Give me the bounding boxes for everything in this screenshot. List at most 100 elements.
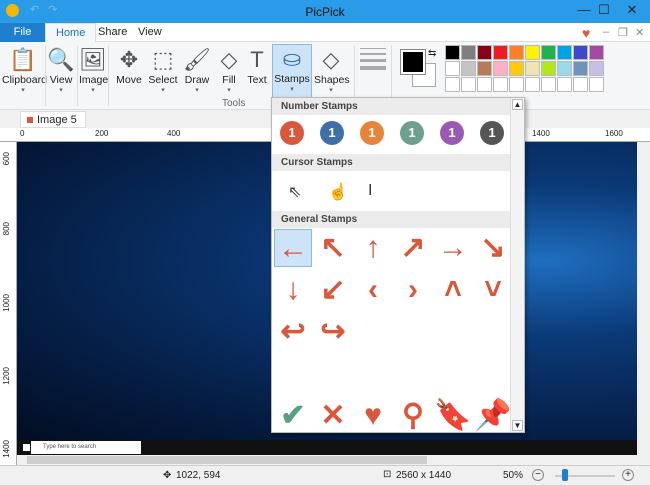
color-swatch[interactable] <box>445 45 460 60</box>
color-swatch[interactable] <box>525 45 540 60</box>
stamps-dropdown: Number Stamps 111111 Cursor Stamps ⇖ ☝ I G… <box>271 97 525 433</box>
general-stamp-icon[interactable]: ↖ <box>314 229 352 267</box>
tool-fill[interactable]: ◇ Fill ▾ <box>215 46 243 102</box>
color-swatch[interactable] <box>509 61 524 76</box>
general-stamp-icon[interactable]: ! <box>354 355 392 393</box>
color-swatch[interactable] <box>493 77 508 92</box>
color-swatch[interactable] <box>589 45 604 60</box>
general-stamp-icon[interactable]: ⚲ <box>394 397 432 435</box>
number-stamp[interactable]: 1 <box>280 121 304 145</box>
general-stamp-icon[interactable]: ↙ <box>314 271 352 309</box>
color-swatch[interactable] <box>477 61 492 76</box>
color-swatch[interactable] <box>541 77 556 92</box>
general-stamp-icon[interactable]: ⓘ <box>274 355 312 393</box>
horizontal-scrollbar[interactable] <box>17 455 650 465</box>
doc-restore-button[interactable]: ❐ <box>618 26 628 39</box>
tab-file[interactable]: File <box>0 23 45 42</box>
scroll-down-button[interactable]: ▼ <box>512 420 523 431</box>
tool-draw[interactable]: 🖌 Draw ▾ <box>181 46 213 102</box>
zoom-in-button[interactable]: + <box>622 469 634 481</box>
color-swatch[interactable] <box>573 45 588 60</box>
swap-colors-icon[interactable]: ⇆ <box>428 48 436 59</box>
doc-close-button[interactable]: ✕ <box>635 26 644 39</box>
cursor-stamp-0[interactable]: ⇖ <box>288 182 301 202</box>
color-swatch[interactable] <box>509 45 524 60</box>
color-swatch[interactable] <box>589 61 604 76</box>
color-swatch[interactable] <box>477 77 492 92</box>
scroll-thumb[interactable] <box>27 456 427 464</box>
general-stamp-icon[interactable]: ‹ <box>354 271 392 309</box>
general-stamp-icon[interactable]: ✕ <box>314 397 352 435</box>
general-stamp-icon[interactable]: ✔ <box>274 397 312 435</box>
general-stamp-icon[interactable]: ˄ <box>434 271 472 309</box>
general-stamp-icon[interactable]: → <box>434 229 472 267</box>
color-swatch[interactable] <box>525 77 540 92</box>
color-swatch[interactable] <box>445 77 460 92</box>
vertical-scrollbar[interactable] <box>637 142 650 455</box>
close-button[interactable]: ✕ <box>618 2 646 20</box>
primary-color[interactable] <box>400 49 426 75</box>
number-stamp[interactable]: 1 <box>480 121 504 145</box>
ruler-label: 800 <box>2 222 11 236</box>
tab-view[interactable]: View <box>128 23 172 42</box>
zoom-slider-thumb[interactable] <box>562 469 568 481</box>
tool-image[interactable]: 🖼 Image ▾ <box>79 46 108 102</box>
number-stamp[interactable]: 1 <box>400 121 424 145</box>
maximize-button[interactable]: ☐ <box>590 2 618 20</box>
cursor-stamp-2[interactable]: I <box>368 182 372 200</box>
scroll-up-button[interactable]: ▲ <box>512 99 523 110</box>
tool-clipboard[interactable]: 📋 Clipboard ▾ <box>2 46 47 102</box>
general-stamp-icon[interactable]: ˅ <box>474 271 512 309</box>
color-swatch[interactable] <box>541 45 556 60</box>
color-swatch[interactable] <box>509 77 524 92</box>
general-stamp-icon[interactable]: ↑ <box>354 229 392 267</box>
tool-view[interactable]: 🔍 View ▾ <box>47 46 75 102</box>
zoom-out-button[interactable]: − <box>532 469 544 481</box>
general-stamp-icon[interactable]: ⊖ <box>434 355 472 393</box>
color-swatch[interactable] <box>461 45 476 60</box>
general-stamp-icon[interactable]: ✖ <box>394 355 432 393</box>
color-swatch[interactable] <box>461 61 476 76</box>
color-swatch[interactable] <box>525 61 540 76</box>
color-swatch[interactable] <box>541 61 556 76</box>
document-tab[interactable]: Image 5 ✕ <box>20 111 86 137</box>
general-stamp-icon[interactable]: ↓ <box>274 271 312 309</box>
general-stamp-icon[interactable]: ? <box>314 355 352 393</box>
color-swatch[interactable] <box>557 45 572 60</box>
color-swatch[interactable] <box>557 61 572 76</box>
line-width-selector[interactable] <box>360 48 386 70</box>
color-swatch[interactable] <box>445 61 460 76</box>
general-stamp-icon[interactable]: ← <box>274 229 312 267</box>
tool-move[interactable]: ✥ Move <box>113 46 145 102</box>
general-stamp-icon[interactable]: 📌 <box>474 397 512 435</box>
color-swatch[interactable] <box>589 77 604 92</box>
color-swatch[interactable] <box>557 77 572 92</box>
color-swatch[interactable] <box>573 61 588 76</box>
document-tab-label: Image 5 <box>37 114 77 126</box>
general-stamp-icon[interactable]: ↪ <box>314 313 352 351</box>
tool-select[interactable]: ⬚ Select ▾ <box>147 46 179 102</box>
tool-text[interactable]: T Text <box>245 46 269 102</box>
color-swatch[interactable] <box>461 77 476 92</box>
general-stamp-icon[interactable]: ⊘ <box>474 355 512 393</box>
general-stamp-icon[interactable]: ↩ <box>274 313 312 351</box>
panel-scrollbar[interactable]: ▲ ▼ <box>510 98 524 432</box>
tool-shapes[interactable]: ◇ Shapes ▾ <box>314 46 350 102</box>
general-stamp-icon[interactable]: ♥ <box>354 397 392 435</box>
number-stamp[interactable]: 1 <box>360 121 384 145</box>
general-stamp-icon[interactable]: 🔖 <box>434 397 472 435</box>
vertical-ruler: 600 800 1000 1200 1400 <box>0 142 17 465</box>
heart-icon[interactable]: ♥ <box>582 25 590 41</box>
doc-minimize-button[interactable]: – <box>603 26 609 38</box>
general-stamp-icon[interactable]: ↘ <box>474 229 512 267</box>
color-swatch[interactable] <box>477 45 492 60</box>
color-swatch[interactable] <box>493 61 508 76</box>
general-stamp-icon[interactable]: › <box>394 271 432 309</box>
number-stamp[interactable]: 1 <box>440 121 464 145</box>
general-stamp-icon[interactable]: ↗ <box>394 229 432 267</box>
number-stamp[interactable]: 1 <box>320 121 344 145</box>
cursor-stamp-1[interactable]: ☝ <box>328 182 348 202</box>
color-swatch[interactable] <box>573 77 588 92</box>
tool-stamps[interactable]: ⛀ Stamps ▾ <box>272 44 312 100</box>
color-swatch[interactable] <box>493 45 508 60</box>
